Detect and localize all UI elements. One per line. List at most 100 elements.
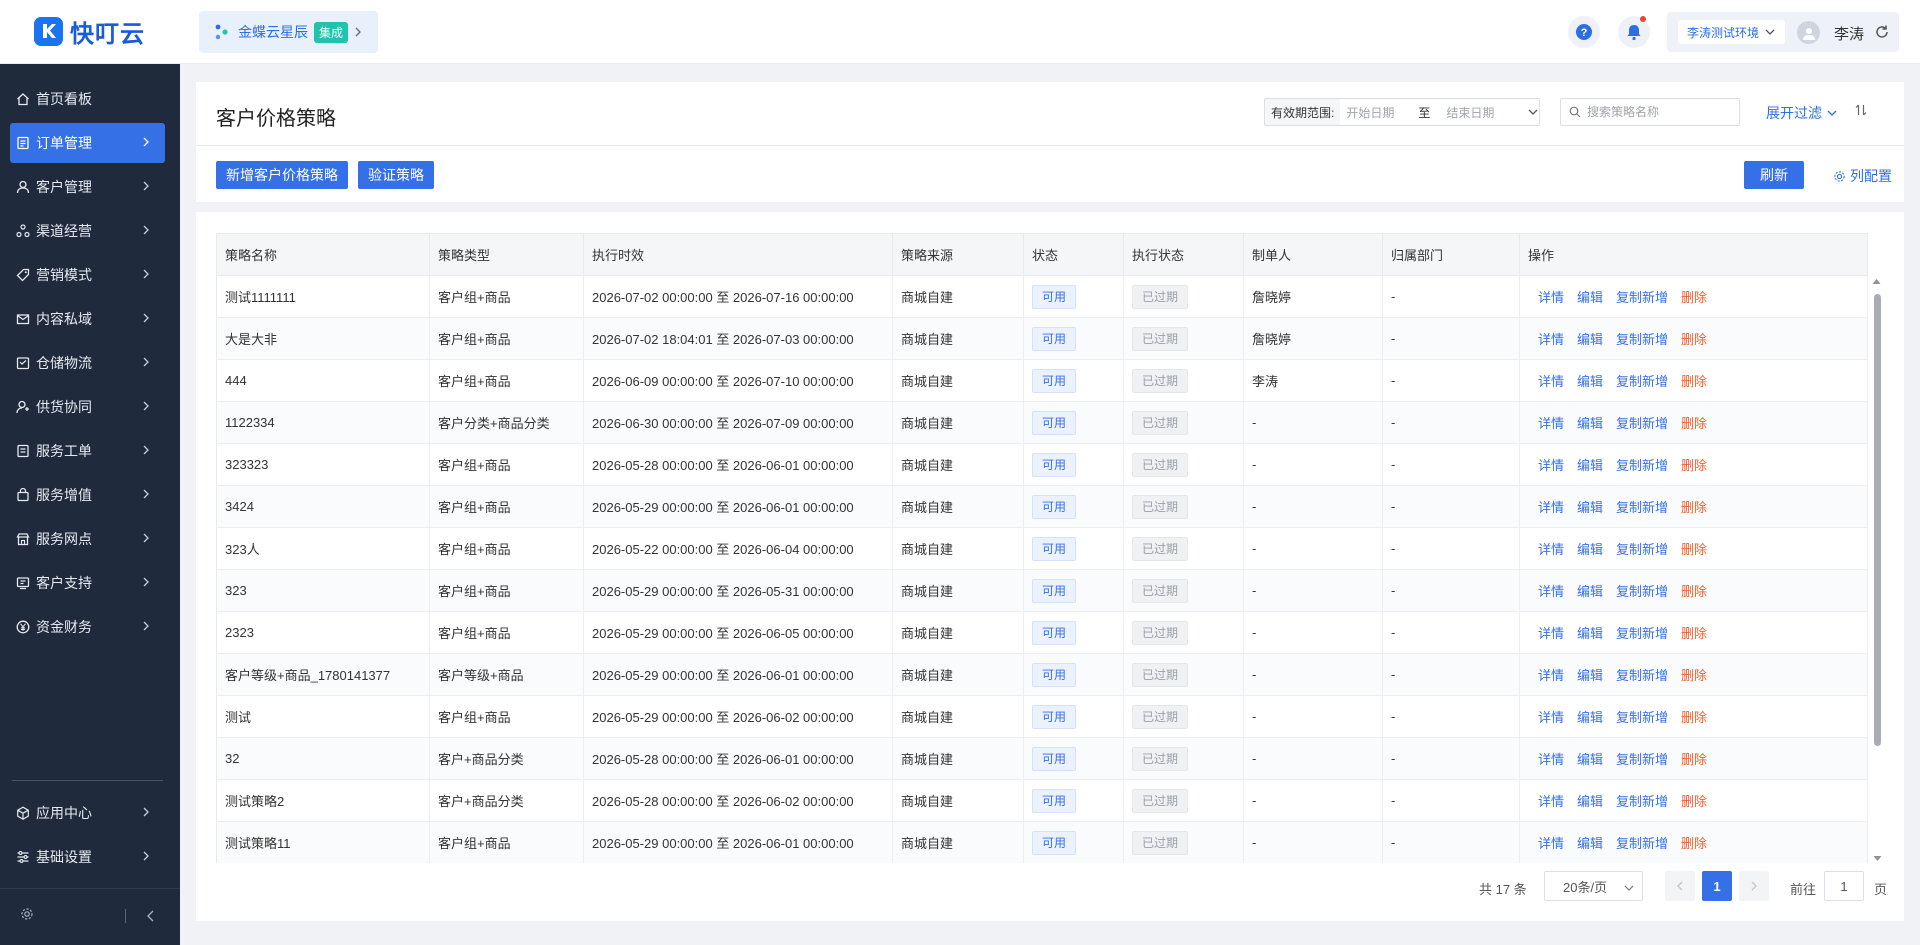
start-date-input[interactable]: 开始日期 <box>1346 104 1410 121</box>
refresh-icon[interactable] <box>1874 24 1890 40</box>
table-row[interactable]: 444 客户组+商品 2026-06-09 00:00:00 至 2026-07-1… <box>216 359 1868 402</box>
copy-new-link[interactable]: 复制新增 <box>1616 542 1668 557</box>
table-row[interactable]: 3424 客户组+商品 2026-05-29 00:00:00 至 2026-06-… <box>216 485 1868 528</box>
copy-new-link[interactable]: 复制新增 <box>1616 374 1668 389</box>
sidebar-item-value-added[interactable]: 服务增值 <box>10 475 165 515</box>
edit-link[interactable]: 编辑 <box>1577 290 1603 305</box>
delete-link[interactable]: 删除 <box>1681 752 1707 767</box>
table-row[interactable]: 323 客户组+商品 2026-05-29 00:00:00 至 2026-05-3… <box>216 569 1868 612</box>
add-customer-price-strategy-button[interactable]: 新增客户价格策略 <box>216 161 348 189</box>
sidebar-item-supply[interactable]: 供货协同 <box>10 387 165 427</box>
edit-link[interactable]: 编辑 <box>1577 710 1603 725</box>
detail-link[interactable]: 详情 <box>1538 752 1564 767</box>
copy-new-link[interactable]: 复制新增 <box>1616 500 1668 515</box>
brand-logo[interactable]: 快叮云 <box>34 16 145 48</box>
gear-icon[interactable] <box>20 907 34 921</box>
sidebar-item-marketing[interactable]: 营销模式 <box>10 255 165 295</box>
delete-link[interactable]: 删除 <box>1681 794 1707 809</box>
delete-link[interactable]: 删除 <box>1681 332 1707 347</box>
environment-select[interactable]: 李涛测试环境 <box>1678 20 1785 44</box>
copy-new-link[interactable]: 复制新增 <box>1616 710 1668 725</box>
scroll-up-icon[interactable] <box>1872 278 1881 285</box>
next-page-button[interactable] <box>1739 871 1769 901</box>
detail-link[interactable]: 详情 <box>1538 794 1564 809</box>
copy-new-link[interactable]: 复制新增 <box>1616 752 1668 767</box>
verify-strategy-button[interactable]: 验证策略 <box>358 161 434 189</box>
avatar[interactable] <box>1797 21 1820 44</box>
table-row[interactable]: 32 客户+商品分类 2026-05-28 00:00:00 至 2026-06-0… <box>216 737 1868 780</box>
help-button[interactable]: ? <box>1568 16 1600 48</box>
sidebar-item-service-points[interactable]: 服务网点 <box>10 519 165 559</box>
delete-link[interactable]: 删除 <box>1681 584 1707 599</box>
sidebar-item-warehouse[interactable]: 仓储物流 <box>10 343 165 383</box>
sort-icon[interactable] <box>1854 103 1868 117</box>
copy-new-link[interactable]: 复制新增 <box>1616 626 1668 641</box>
scroll-down-icon[interactable] <box>1873 855 1882 862</box>
edit-link[interactable]: 编辑 <box>1577 836 1603 851</box>
sidebar-item-customers[interactable]: 客户管理 <box>10 167 165 207</box>
end-date-input[interactable]: 结束日期 <box>1446 104 1516 121</box>
notifications-button[interactable] <box>1618 16 1650 48</box>
delete-link[interactable]: 删除 <box>1681 374 1707 389</box>
detail-link[interactable]: 详情 <box>1538 626 1564 641</box>
sidebar-item-support[interactable]: 客户支持 <box>10 563 165 603</box>
edit-link[interactable]: 编辑 <box>1577 794 1603 809</box>
delete-link[interactable]: 删除 <box>1681 626 1707 641</box>
page-size-select[interactable]: 20条/页 <box>1544 871 1643 901</box>
delete-link[interactable]: 删除 <box>1681 500 1707 515</box>
sidebar-item-dashboard[interactable]: 首页看板 <box>10 79 165 119</box>
edit-link[interactable]: 编辑 <box>1577 542 1603 557</box>
copy-new-link[interactable]: 复制新增 <box>1616 332 1668 347</box>
delete-link[interactable]: 删除 <box>1681 836 1707 851</box>
page-number-button[interactable]: 1 <box>1702 871 1732 901</box>
copy-new-link[interactable]: 复制新增 <box>1616 668 1668 683</box>
copy-new-link[interactable]: 复制新增 <box>1616 458 1668 473</box>
copy-new-link[interactable]: 复制新增 <box>1616 290 1668 305</box>
column-config-button[interactable]: 列配置 <box>1833 166 1892 186</box>
table-row[interactable]: 测试策略11 客户组+商品 2026-05-29 00:00:00 至 2026-0… <box>216 821 1868 863</box>
user-name[interactable]: 李涛 <box>1834 23 1864 44</box>
table-row[interactable]: 测试策略2 客户+商品分类 2026-05-28 00:00:00 至 2026-0… <box>216 779 1868 822</box>
delete-link[interactable]: 删除 <box>1681 668 1707 683</box>
table-row[interactable]: 测试1111111 客户组+商品 2026-07-02 00:00:00 至 202… <box>216 275 1868 318</box>
edit-link[interactable]: 编辑 <box>1577 458 1603 473</box>
detail-link[interactable]: 详情 <box>1538 500 1564 515</box>
table-row[interactable]: 1122334 客户分类+商品分类 2026-06-30 00:00:00 至 20… <box>216 401 1868 444</box>
sidebar-item-base-settings[interactable]: 基础设置 <box>10 837 165 877</box>
refresh-button[interactable]: 刷新 <box>1744 161 1804 189</box>
sidebar-item-service-tickets[interactable]: 服务工单 <box>10 431 165 471</box>
table-row[interactable]: 323323 客户组+商品 2026-05-28 00:00:00 至 2026-0… <box>216 443 1868 486</box>
table-scrollbar[interactable] <box>1872 276 1882 862</box>
strategy-search[interactable] <box>1560 98 1740 126</box>
detail-link[interactable]: 详情 <box>1538 710 1564 725</box>
detail-link[interactable]: 详情 <box>1538 836 1564 851</box>
detail-link[interactable]: 详情 <box>1538 668 1564 683</box>
detail-link[interactable]: 详情 <box>1538 332 1564 347</box>
sidebar-item-finance[interactable]: 资金财务 <box>10 607 165 647</box>
detail-link[interactable]: 详情 <box>1538 584 1564 599</box>
table-row[interactable]: 客户等级+商品_1780141377 客户等级+商品 2026-05-29 00:0… <box>216 653 1868 696</box>
table-row[interactable]: 323人 客户组+商品 2026-05-22 00:00:00 至 2026-06-… <box>216 527 1868 570</box>
search-input[interactable] <box>1587 105 1727 119</box>
edit-link[interactable]: 编辑 <box>1577 752 1603 767</box>
strategy-table-viewport[interactable]: 策略名称 策略类型 执行时效 策略来源 状态 执行状态 制单人 归属部门 操作 … <box>216 233 1885 863</box>
copy-new-link[interactable]: 复制新增 <box>1616 584 1668 599</box>
sidebar-item-channels[interactable]: 渠道经营 <box>10 211 165 251</box>
sidebar-item-content[interactable]: 内容私域 <box>10 299 165 339</box>
goto-page-input[interactable] <box>1824 871 1864 901</box>
edit-link[interactable]: 编辑 <box>1577 584 1603 599</box>
delete-link[interactable]: 删除 <box>1681 416 1707 431</box>
delete-link[interactable]: 删除 <box>1681 542 1707 557</box>
sidebar-item-orders[interactable]: 订单管理 <box>10 123 165 163</box>
validity-date-range[interactable]: 有效期范围: 开始日期 至 结束日期 <box>1264 98 1540 126</box>
edit-link[interactable]: 编辑 <box>1577 374 1603 389</box>
copy-new-link[interactable]: 复制新增 <box>1616 794 1668 809</box>
edit-link[interactable]: 编辑 <box>1577 332 1603 347</box>
copy-new-link[interactable]: 复制新增 <box>1616 416 1668 431</box>
collapse-sidebar-icon[interactable] <box>146 909 156 923</box>
table-row[interactable]: 测试 客户组+商品 2026-05-29 00:00:00 至 2026-06-02… <box>216 695 1868 738</box>
delete-link[interactable]: 删除 <box>1681 290 1707 305</box>
detail-link[interactable]: 详情 <box>1538 374 1564 389</box>
edit-link[interactable]: 编辑 <box>1577 500 1603 515</box>
table-row[interactable]: 大是大非 客户组+商品 2026-07-02 18:04:01 至 2026-07-… <box>216 317 1868 360</box>
